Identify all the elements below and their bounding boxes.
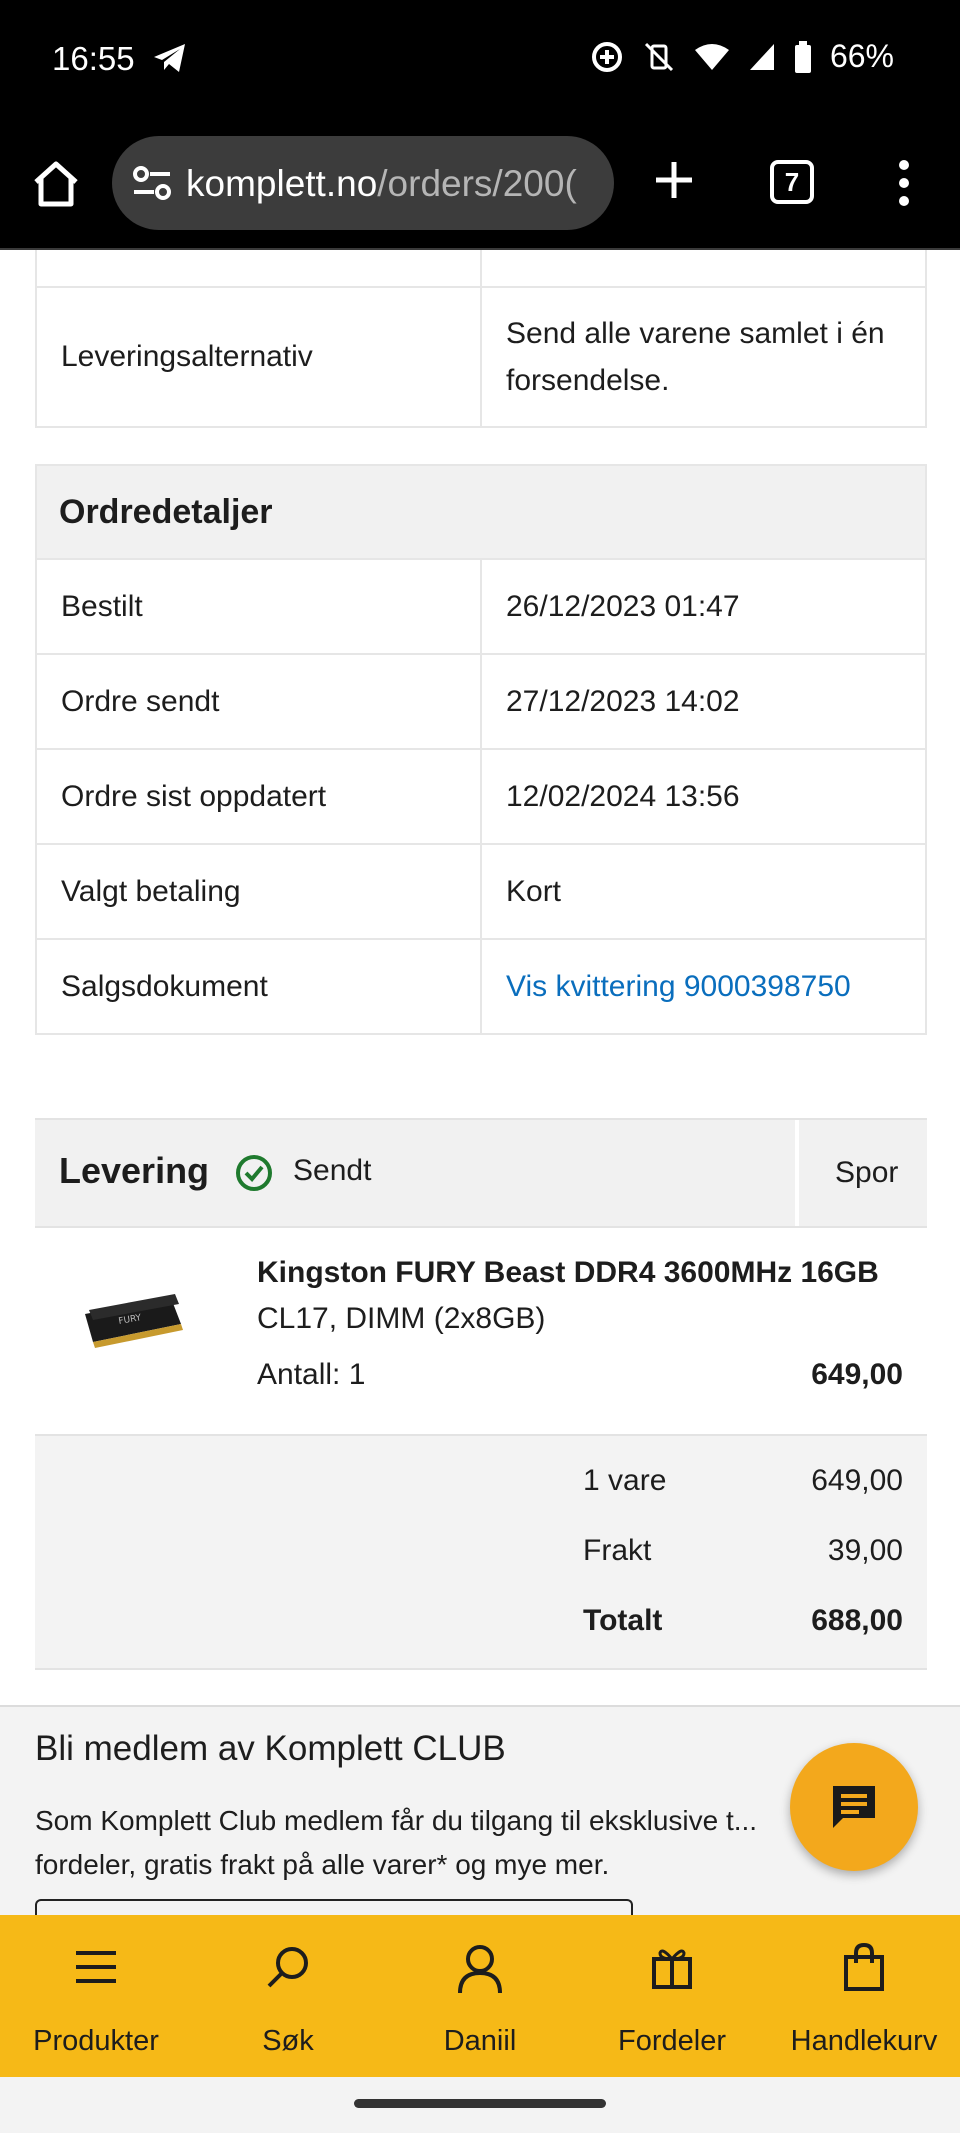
row-value: Kort (506, 875, 562, 908)
order-details-table: Ordredetaljer Bestilt 26/12/2023 01:47 O… (35, 464, 927, 1035)
row-value: Send alle varene samlet i én forsendelse… (506, 317, 885, 397)
row-label: Salgsdokument (37, 940, 482, 1033)
nav-cart[interactable]: Handlekurv (768, 1915, 960, 2077)
nav-search[interactable]: Søk (192, 1915, 384, 2077)
nav-account[interactable]: Daniil (384, 1915, 576, 2077)
subtotal-line: 1 vare 649,00 (583, 1464, 903, 1498)
table-row (37, 250, 925, 286)
table-row: Ordre sist oppdatert 12/02/2024 13:56 (37, 748, 925, 843)
delivery-info-table: Leveringsalternativ Send alle varene sam… (35, 250, 927, 428)
more-options-icon[interactable] (892, 158, 916, 208)
row-label: Valgt betaling (37, 845, 482, 938)
home-indicator[interactable] (354, 2099, 606, 2108)
club-signup-button[interactable] (35, 1899, 633, 1915)
club-title: Bli medlem av Komplett CLUB (35, 1729, 506, 1768)
bottom-nav: Produkter Søk Daniil Fordeler Handlekurv (0, 1915, 960, 2077)
chat-button[interactable] (790, 1743, 918, 1871)
receipt-link[interactable]: Vis kvittering 9000398750 (506, 963, 851, 1010)
total-line: Totalt 688,00 (583, 1604, 903, 1638)
product-image[interactable]: FURY (79, 1284, 189, 1354)
nav-label: Daniil (443, 2025, 517, 2057)
check-circle-icon (236, 1155, 272, 1191)
row-label: Bestilt (37, 560, 482, 653)
nav-label: Handlekurv (790, 2025, 938, 2057)
gesture-bar (0, 2077, 960, 2133)
row-label: Ordre sist oppdatert (37, 750, 482, 843)
status-time: 16:55 (52, 40, 135, 77)
telegram-icon (154, 44, 185, 72)
site-settings-icon[interactable] (132, 164, 172, 202)
chat-icon (833, 1786, 875, 1828)
user-icon (458, 1945, 502, 1994)
product-name-rest: CL17, DIMM (2x8GB) (257, 1302, 546, 1335)
table-row: Salgsdokument Vis kvittering 9000398750 (37, 938, 925, 1033)
nav-label: Produkter (33, 2025, 159, 2057)
table-row: Valgt betaling Kort (37, 843, 925, 938)
shipping-value: 39,00 (827, 1534, 903, 1567)
subtotal-label: 1 vare (583, 1464, 667, 1497)
delivery-header: Levering Sendt Spor (35, 1118, 927, 1228)
product-name[interactable]: Kingston FURY Beast DDR4 3600MHz 16GB CL… (257, 1250, 917, 1342)
status-icons: 66% (590, 38, 894, 75)
table-row: Bestilt 26/12/2023 01:47 (37, 558, 925, 653)
order-page: Leveringsalternativ Send alle varene sam… (0, 250, 960, 1915)
order-details-title: Ordredetaljer (37, 466, 925, 558)
url-host: komplett.no (186, 163, 378, 204)
vibrate-off-icon (644, 42, 674, 71)
status-bar: 16:55 66% (0, 0, 960, 118)
row-label: Ordre sendt (37, 655, 482, 748)
divider (795, 1120, 799, 1228)
total-label: Totalt (583, 1604, 663, 1637)
product-price: 649,00 (811, 1358, 903, 1391)
home-icon[interactable] (30, 158, 82, 210)
data-saver-icon (591, 41, 622, 72)
shipping-line: Frakt 39,00 (583, 1534, 903, 1568)
nav-label: Fordeler (618, 2025, 726, 2057)
menu-icon (76, 1951, 116, 1983)
row-value: 12/02/2024 13:56 (506, 780, 740, 813)
club-text: Som Komplett Club medlem får du tilgang … (35, 1805, 758, 1880)
delivery-title: Levering (59, 1150, 210, 1191)
browser-toolbar: komplett.no/orders/200( 7 (0, 118, 960, 250)
tab-switcher-button[interactable]: 7 (770, 160, 814, 204)
row-label: Leveringsalternativ (37, 288, 482, 426)
product-quantity: Antall: 1 (257, 1358, 366, 1391)
total-value: 688,00 (811, 1604, 903, 1637)
row-value: 26/12/2023 01:47 (506, 590, 740, 623)
row-value: 27/12/2023 14:02 (506, 685, 740, 718)
nav-products[interactable]: Produkter (0, 1915, 192, 2077)
gift-icon (652, 1949, 692, 1989)
bag-icon (844, 1943, 884, 1991)
delivery-status: Sendt (293, 1154, 372, 1187)
track-button[interactable]: Spor (835, 1156, 898, 1190)
nav-benefits[interactable]: Fordeler (576, 1915, 768, 2077)
order-item: FURY Kingston FURY Beast DDR4 3600MHz 16… (35, 1226, 927, 1434)
tab-count: 7 (784, 166, 800, 197)
search-icon (267, 1947, 308, 1988)
signal-icon (749, 43, 774, 70)
battery-percent: 66% (829, 38, 894, 74)
new-tab-icon[interactable] (650, 156, 698, 204)
wifi-icon (694, 43, 729, 70)
subtotal-value: 649,00 (811, 1464, 903, 1497)
table-row: Ordre sendt 27/12/2023 14:02 (37, 653, 925, 748)
order-totals: 1 vare 649,00 Frakt 39,00 Totalt 688,00 (35, 1434, 927, 1670)
table-row: Leveringsalternativ Send alle varene sam… (37, 286, 925, 426)
product-name-bold: Kingston FURY Beast DDR4 3600MHz 16GB (257, 1256, 879, 1289)
nav-label: Søk (262, 2025, 314, 2057)
url-path: /orders/200( (377, 163, 577, 204)
battery-icon (794, 40, 811, 73)
address-bar[interactable]: komplett.no/orders/200( (112, 136, 614, 230)
url-text: komplett.no/orders/200( (186, 163, 577, 205)
shipping-label: Frakt (583, 1534, 652, 1567)
